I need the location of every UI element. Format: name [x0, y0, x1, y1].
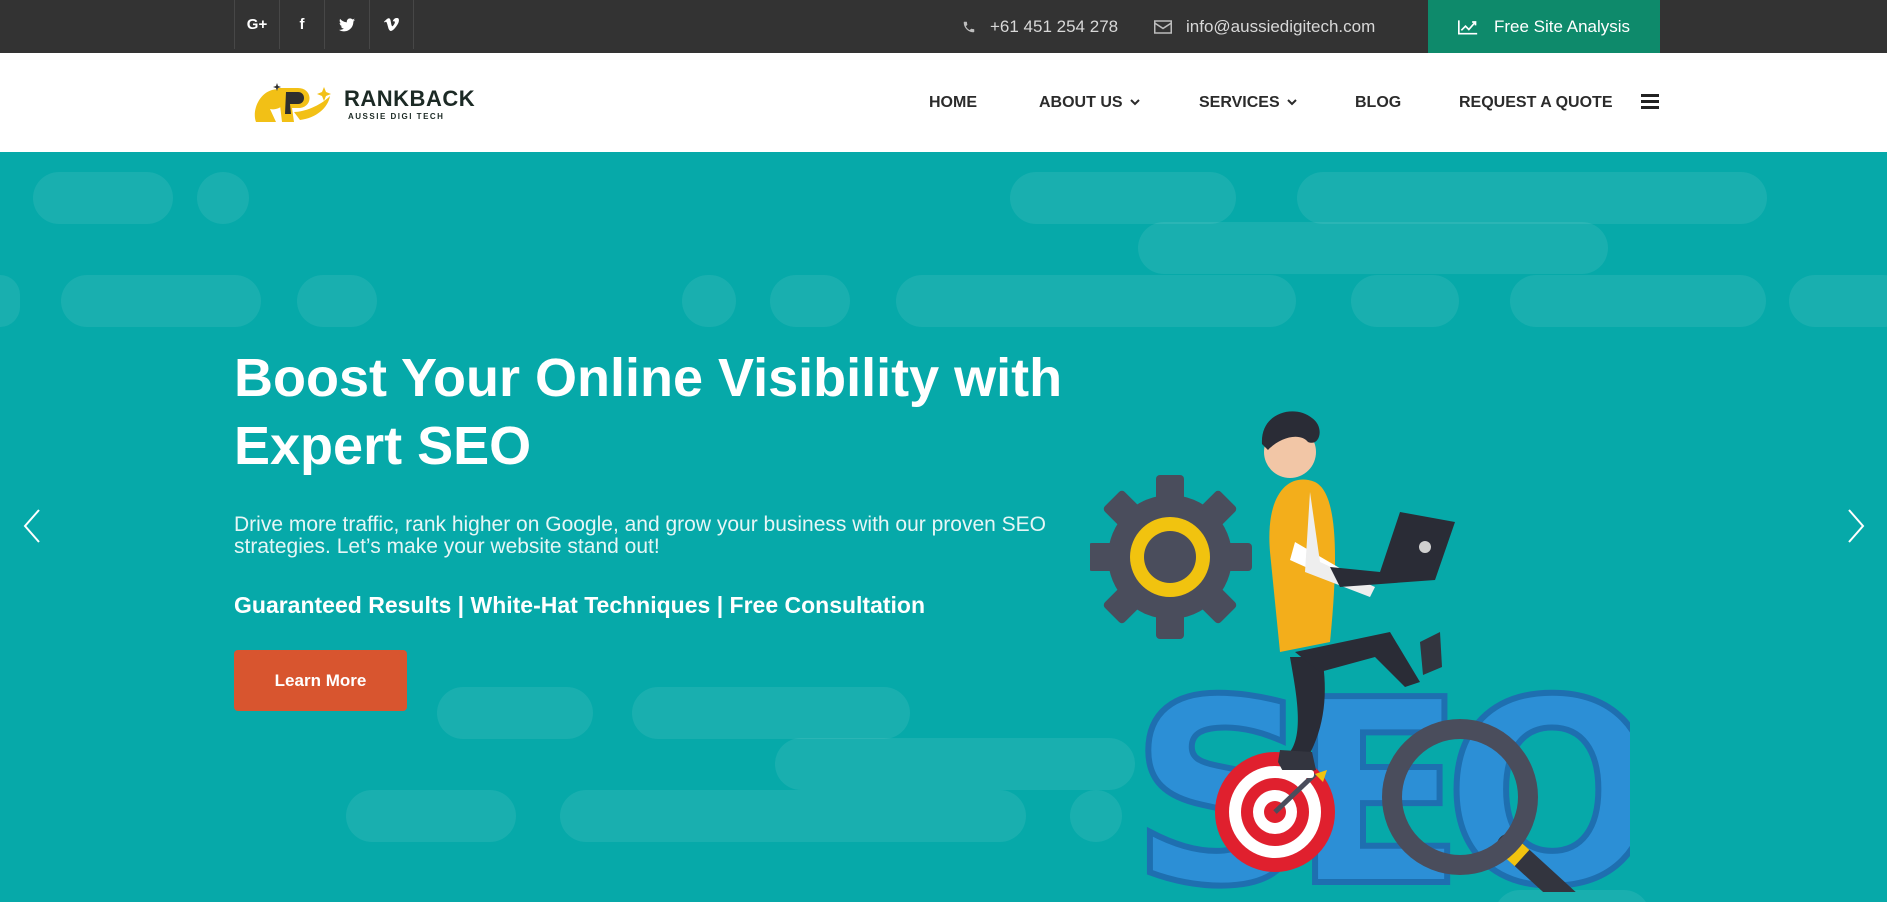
nav-about-label: ABOUT US — [1039, 93, 1123, 111]
phone-contact[interactable]: +61 451 254 278 — [962, 0, 1118, 53]
free-site-analysis-label: Free Site Analysis — [1493, 16, 1631, 36]
bg-shape — [0, 275, 20, 327]
twitter-bird-icon — [339, 17, 355, 31]
phone-number: +61 451 254 278 — [990, 16, 1119, 36]
logo-subtitle: AUSSIE DIGI TECH — [348, 111, 445, 121]
bg-shape — [1138, 222, 1608, 274]
hero-tagline: Guaranteed Results | White-Hat Technique… — [234, 592, 926, 618]
nav-request-quote[interactable]: REQUEST A QUOTE — [1459, 53, 1613, 152]
bg-shape — [1297, 172, 1767, 224]
chevron-down-icon — [1286, 99, 1297, 106]
email-address: info@aussiedigitech.com — [1186, 16, 1376, 36]
bg-shape — [297, 275, 377, 327]
logo-name: RANKBACK — [344, 85, 476, 111]
nav-blog[interactable]: BLOG — [1355, 53, 1401, 152]
nav-blog-label: BLOG — [1355, 93, 1402, 111]
social-links: G+ f — [234, 0, 414, 49]
bg-shape — [437, 687, 593, 739]
slider-next-arrow-icon[interactable] — [1846, 508, 1866, 544]
top-bar: G+ f +61 451 254 278 info@aussiedigitech… — [0, 0, 1887, 53]
nav-home-label: HOME — [929, 93, 977, 111]
bg-shape — [1010, 172, 1236, 224]
nav-about-us[interactable]: ABOUT US — [1039, 53, 1140, 152]
hero-slider: Boost Your Online Visibility with Expert… — [0, 152, 1887, 902]
bg-shape — [61, 275, 261, 327]
logo-text: RANKBACK AUSSIE DIGI TECH — [344, 85, 476, 121]
line-chart-icon — [1457, 19, 1478, 34]
bg-shape — [560, 790, 1026, 842]
chevron-down-icon — [1129, 99, 1140, 106]
bg-shape — [775, 738, 1135, 790]
bg-shape — [632, 687, 910, 739]
hamburger-menu-icon[interactable] — [1641, 93, 1659, 109]
hero-description: Drive more traffic, rank higher on Googl… — [234, 513, 1047, 558]
envelope-icon — [1154, 19, 1172, 34]
hero-title: Boost Your Online Visibility with Expert… — [234, 348, 1063, 476]
bg-shape — [770, 275, 850, 327]
gear-icon — [1090, 475, 1252, 639]
email-contact[interactable]: info@aussiedigitech.com — [1154, 0, 1375, 53]
learn-more-label: Learn More — [274, 670, 367, 690]
bg-shape — [1789, 275, 1887, 327]
learn-more-button[interactable]: Learn More — [234, 650, 407, 711]
free-site-analysis-button[interactable]: Free Site Analysis — [1428, 0, 1660, 53]
seo-illustration: SEO — [1090, 411, 1630, 892]
bg-shape — [346, 790, 516, 842]
bg-shape — [1351, 275, 1459, 327]
phone-icon — [963, 21, 975, 32]
bg-shape — [33, 172, 173, 224]
bg-shape — [896, 275, 1296, 327]
rankback-logo-mark — [254, 83, 331, 122]
slider-prev-arrow-icon[interactable] — [22, 508, 42, 544]
nav-services[interactable]: SERVICES — [1199, 53, 1297, 152]
target-icon — [1215, 752, 1335, 872]
nav-services-label: SERVICES — [1199, 93, 1280, 111]
site-logo[interactable]: RANKBACK AUSSIE DIGI TECH — [250, 81, 475, 127]
vimeo-icon[interactable] — [369, 0, 414, 49]
facebook-icon[interactable]: f — [279, 0, 324, 49]
vimeo-v-icon — [384, 18, 399, 31]
seo-letters: SEO — [1130, 646, 1630, 892]
bg-shape — [682, 275, 736, 327]
nav-quote-label: REQUEST A QUOTE — [1459, 93, 1613, 111]
twitter-icon[interactable] — [324, 0, 369, 49]
google-plus-icon[interactable]: G+ — [234, 0, 279, 49]
nav-home[interactable]: HOME — [929, 53, 977, 152]
main-header: RANKBACK AUSSIE DIGI TECH HOME ABOUT US … — [0, 53, 1887, 152]
bg-shape — [1510, 275, 1766, 327]
bg-shape — [197, 172, 249, 224]
